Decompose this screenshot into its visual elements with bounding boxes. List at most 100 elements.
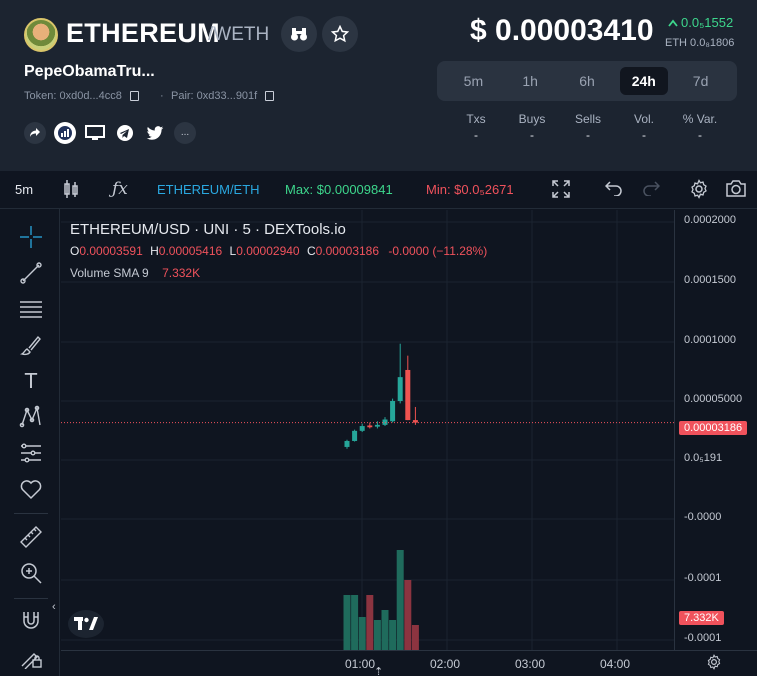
lock-drawing-icon[interactable] bbox=[19, 645, 43, 669]
stat-label: Buys bbox=[518, 112, 546, 126]
heart-icon[interactable] bbox=[19, 477, 43, 501]
candle-type-icon[interactable] bbox=[63, 179, 79, 202]
fullscreen-icon[interactable] bbox=[552, 180, 570, 201]
timeframe-7d[interactable]: 7d bbox=[677, 67, 725, 95]
trendline-icon[interactable] bbox=[19, 261, 43, 285]
favorite-button[interactable] bbox=[322, 16, 358, 52]
candle-body bbox=[397, 377, 403, 401]
min-price: Min: $0.0₅2671 bbox=[426, 182, 514, 197]
pattern-icon[interactable] bbox=[19, 405, 43, 429]
volume-bar bbox=[366, 595, 374, 650]
y-tick-label: -0.0000 bbox=[684, 511, 722, 523]
undo-icon[interactable] bbox=[604, 180, 623, 199]
stat-label: Txs bbox=[466, 112, 486, 126]
x-tick-label: 02:00 bbox=[430, 657, 461, 671]
stats-row: Txs - Buys - Sells - Vol. - % Var. - bbox=[448, 112, 728, 142]
ohlc-legend: O0.00003591 H0.00005416 L0.00002940 C0.0… bbox=[70, 244, 488, 258]
twitter-icon[interactable] bbox=[144, 122, 166, 144]
tradingview-logo[interactable] bbox=[68, 610, 104, 638]
magnet-icon[interactable] bbox=[19, 609, 43, 633]
binoculars-button[interactable] bbox=[281, 16, 317, 52]
stat-label: Vol. bbox=[633, 112, 654, 126]
token-symbol: ETHEREUM bbox=[66, 18, 220, 48]
chevron-up-icon bbox=[668, 19, 678, 27]
candle-body bbox=[390, 401, 396, 422]
bullet-separator: · bbox=[160, 90, 164, 102]
x-tick-label: 01:00 bbox=[345, 657, 376, 671]
price-chart[interactable]: ETHEREUM/USD · UNI · 5 · DEXTools.io O0.… bbox=[61, 210, 674, 650]
max-price: Max: $0.00009841 bbox=[285, 182, 393, 197]
axis-settings-icon[interactable] bbox=[706, 654, 722, 675]
volume-bar bbox=[351, 595, 359, 650]
website-icon[interactable] bbox=[84, 122, 106, 144]
current-price: $ 0.00003410 bbox=[470, 14, 654, 47]
star-icon bbox=[331, 25, 349, 43]
camera-icon[interactable] bbox=[725, 179, 747, 201]
stat-3: Vol. - bbox=[616, 112, 672, 142]
x-tick-label: 04:00 bbox=[600, 657, 631, 671]
more-icon[interactable]: ... bbox=[174, 122, 196, 144]
token-logo bbox=[24, 18, 58, 52]
volume-bar bbox=[404, 580, 412, 650]
scroll-arrow-icon[interactable]: ⇡ bbox=[374, 665, 383, 676]
candle-body bbox=[344, 440, 350, 447]
price-change-value: 0.0₅1552 bbox=[681, 15, 734, 30]
pair-suffix: /WETH bbox=[208, 24, 270, 45]
candle-body bbox=[374, 424, 380, 427]
candle-body bbox=[359, 426, 365, 431]
pair-address: Pair: 0xd33...901f bbox=[171, 90, 275, 102]
redo-icon[interactable] bbox=[642, 180, 661, 199]
candle-body bbox=[405, 369, 411, 421]
volume-bar bbox=[396, 550, 404, 650]
pair-selector[interactable]: ETHEREUM/ETH bbox=[157, 182, 260, 197]
stat-value: - bbox=[474, 128, 478, 142]
zoom-in-icon[interactable] bbox=[19, 561, 43, 585]
prediction-icon[interactable] bbox=[19, 441, 43, 465]
copy-pair-icon[interactable] bbox=[265, 91, 275, 102]
collapse-tools-icon[interactable]: ‹ bbox=[52, 601, 56, 613]
price-axis[interactable]: 0.0002000 0.0001500 0.0001000 0.00005000 0.0… bbox=[674, 210, 757, 650]
volume-legend: Volume SMA 9 7.332K bbox=[70, 266, 201, 280]
stat-label: Sells bbox=[574, 112, 601, 126]
pair-address-text: Pair: 0xd33...901f bbox=[171, 90, 258, 102]
indicators-icon[interactable]: ƒx bbox=[112, 179, 128, 199]
text-tool-icon[interactable]: T bbox=[19, 369, 43, 393]
chart-toolbar: 5m ƒx ETHEREUM/ETH Max: $0.00009841 Min:… bbox=[0, 171, 757, 209]
token-address: Token: 0xd0d...4cc8 bbox=[24, 90, 139, 102]
time-axis[interactable]: 01:00 02:00 03:00 04:00 ⇡ bbox=[61, 650, 757, 676]
timeframe-5m[interactable]: 5m bbox=[449, 67, 497, 95]
y-tick-label: 0.0001500 bbox=[684, 274, 736, 286]
crosshair-icon[interactable] bbox=[19, 225, 43, 249]
ruler-icon[interactable] bbox=[19, 525, 43, 549]
stat-4: % Var. - bbox=[672, 112, 728, 142]
current-price-tag: 0.00003186 bbox=[679, 421, 748, 435]
interval-button[interactable]: 5m bbox=[15, 182, 33, 197]
settings-icon[interactable] bbox=[689, 179, 709, 202]
chart-title: ETHEREUM/USD · UNI · 5 · DEXTools.io bbox=[70, 221, 346, 238]
tool-divider-2 bbox=[14, 598, 48, 599]
brush-icon[interactable] bbox=[19, 333, 43, 357]
token-header: ETHEREUM /WETH PepeObamaTru... Token: 0x… bbox=[0, 0, 757, 171]
share-icon[interactable] bbox=[24, 122, 46, 144]
y-tick-label: 0.0₅191 bbox=[684, 452, 723, 464]
volume-bar bbox=[411, 625, 419, 650]
y-tick-label: 0.0002000 bbox=[684, 214, 736, 226]
timeframe-1h[interactable]: 1h bbox=[506, 67, 554, 95]
etherscan-icon[interactable] bbox=[54, 122, 76, 144]
volume-bar bbox=[343, 595, 351, 650]
stat-1: Buys - bbox=[504, 112, 560, 142]
timeframe-6h[interactable]: 6h bbox=[563, 67, 611, 95]
fib-retracement-icon[interactable] bbox=[19, 297, 43, 321]
copy-token-icon[interactable] bbox=[129, 91, 139, 102]
tool-divider bbox=[14, 513, 48, 514]
stat-value: - bbox=[530, 128, 534, 142]
volume-tag: 7.332K bbox=[679, 611, 724, 625]
timeframe-24h[interactable]: 24h bbox=[619, 67, 668, 95]
y-tick-label: -0.0001 bbox=[684, 632, 722, 644]
y-tick-label: -0.0001 bbox=[684, 572, 722, 584]
stat-value: - bbox=[642, 128, 646, 142]
telegram-icon[interactable] bbox=[114, 122, 136, 144]
volume-bar bbox=[381, 610, 389, 650]
volume-bar bbox=[389, 620, 397, 650]
stat-0: Txs - bbox=[448, 112, 504, 142]
